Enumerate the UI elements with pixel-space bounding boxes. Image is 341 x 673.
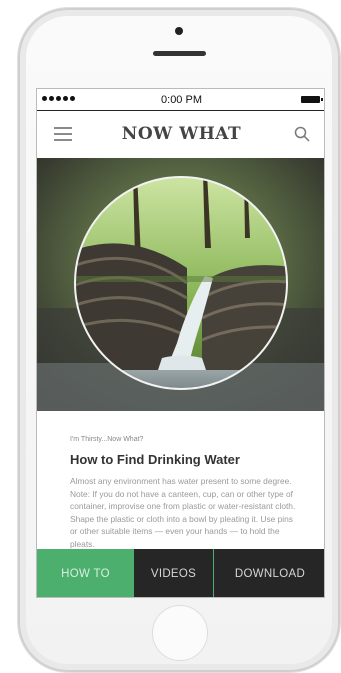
navigation-bar: NOW WHAT: [37, 111, 324, 159]
status-time: 0:00 PM: [161, 94, 202, 106]
bottom-tab-bar: HOW TO VIDEOS DOWNLOAD: [37, 549, 324, 597]
article-body: Almost any environment has water present…: [70, 476, 296, 549]
earpiece-speaker: [153, 51, 206, 56]
front-camera: [175, 27, 183, 35]
app-screen: 0:00 PM NOW WHAT I'm Thirsty...Now What?…: [36, 88, 325, 598]
article-eyebrow: I'm Thirsty...Now What?: [70, 436, 144, 443]
article-title: How to Find Drinking Water: [70, 452, 240, 467]
tab-videos[interactable]: VIDEOS: [134, 549, 214, 597]
hero-image: [37, 158, 324, 411]
status-bar: 0:00 PM: [37, 89, 324, 111]
battery-icon: [301, 96, 323, 103]
tab-how-to[interactable]: HOW TO: [37, 549, 134, 597]
app-title: NOW WHAT: [121, 124, 242, 144]
search-icon[interactable]: [294, 126, 310, 142]
tab-download[interactable]: DOWNLOAD: [214, 549, 324, 597]
home-button[interactable]: [152, 605, 208, 661]
